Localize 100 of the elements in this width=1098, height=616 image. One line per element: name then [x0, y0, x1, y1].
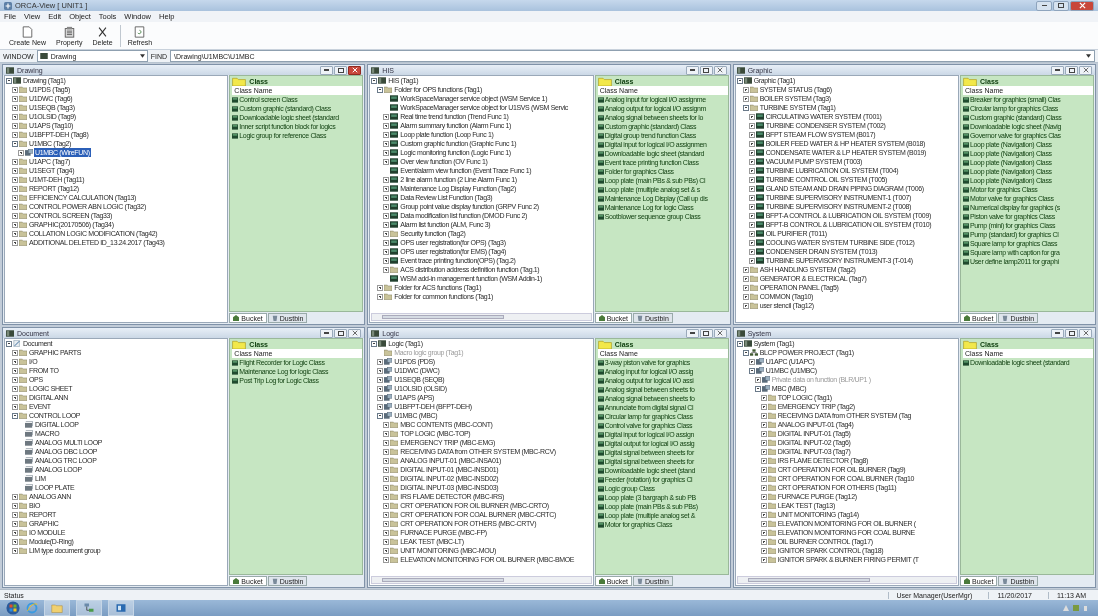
expand-toggle[interactable] — [383, 212, 390, 219]
collapse-toggle[interactable] — [12, 412, 18, 419]
expand-toggle[interactable] — [12, 104, 18, 111]
expand-toggle[interactable] — [12, 230, 18, 237]
expand-toggle[interactable] — [748, 185, 755, 192]
expand-toggle[interactable] — [748, 230, 755, 237]
expand-toggle[interactable] — [383, 131, 390, 138]
expand-toggle[interactable] — [748, 194, 755, 201]
expand-toggle[interactable] — [18, 149, 24, 156]
expand-toggle[interactable] — [383, 493, 390, 500]
expand-toggle[interactable] — [12, 203, 18, 210]
expand-toggle[interactable] — [12, 95, 18, 102]
collapse-toggle[interactable] — [377, 412, 384, 419]
expand-toggle[interactable] — [748, 212, 755, 219]
collapse-toggle[interactable] — [377, 86, 384, 93]
minimize-button[interactable] — [320, 65, 334, 75]
expand-toggle[interactable] — [383, 176, 390, 183]
expand-toggle[interactable] — [748, 176, 755, 183]
collapse-toggle[interactable] — [12, 140, 18, 147]
expand-toggle[interactable] — [742, 302, 749, 309]
expand-toggle[interactable] — [377, 403, 384, 410]
expand-toggle[interactable] — [12, 185, 18, 192]
close-button[interactable] — [1070, 0, 1094, 11]
expand-toggle[interactable] — [12, 367, 18, 374]
start-button[interactable] — [6, 601, 20, 615]
minimize-button[interactable] — [1051, 65, 1064, 75]
expand-toggle[interactable] — [383, 122, 390, 129]
expand-toggle[interactable] — [12, 158, 18, 165]
maximize-button[interactable] — [1065, 65, 1078, 75]
expand-toggle[interactable] — [383, 158, 390, 165]
minimize-button[interactable] — [320, 328, 334, 338]
expand-toggle[interactable] — [377, 284, 384, 291]
expand-toggle[interactable] — [383, 457, 390, 464]
expand-toggle[interactable] — [12, 358, 18, 365]
expand-toggle[interactable] — [12, 385, 18, 392]
collapse-toggle[interactable] — [742, 349, 749, 356]
expand-toggle[interactable] — [12, 221, 18, 228]
expand-toggle[interactable] — [383, 538, 390, 545]
expand-toggle[interactable] — [383, 466, 390, 473]
expand-toggle[interactable] — [760, 520, 767, 527]
expand-toggle[interactable] — [12, 403, 18, 410]
collapse-toggle[interactable] — [6, 77, 12, 84]
expand-toggle[interactable] — [754, 376, 761, 383]
expand-toggle[interactable] — [760, 538, 767, 545]
expand-toggle[interactable] — [12, 86, 18, 93]
restore-button[interactable] — [1053, 0, 1069, 11]
expand-toggle[interactable] — [12, 131, 18, 138]
expand-toggle[interactable] — [383, 439, 390, 446]
expand-toggle[interactable] — [12, 502, 18, 509]
maximize-button[interactable] — [1065, 328, 1078, 338]
expand-toggle[interactable] — [383, 520, 390, 527]
maximize-button[interactable] — [699, 328, 713, 338]
expand-toggle[interactable] — [383, 185, 390, 192]
expand-toggle[interactable] — [377, 358, 384, 365]
expand-toggle[interactable] — [377, 293, 384, 300]
collapse-toggle[interactable] — [736, 77, 743, 84]
expand-toggle[interactable] — [742, 86, 749, 93]
horizontal-scrollbar[interactable] — [371, 313, 592, 321]
expand-toggle[interactable] — [760, 484, 767, 491]
expand-toggle[interactable] — [383, 239, 390, 246]
expand-toggle[interactable] — [383, 257, 390, 264]
minimize-button[interactable] — [685, 65, 699, 75]
expand-toggle[interactable] — [748, 122, 755, 129]
expand-toggle[interactable] — [377, 394, 384, 401]
expand-toggle[interactable] — [748, 131, 755, 138]
expand-toggle[interactable] — [12, 212, 18, 219]
app-window-icon[interactable] — [108, 600, 134, 616]
dropdown-arrow-icon[interactable] — [1086, 54, 1091, 58]
expand-toggle[interactable] — [383, 140, 390, 147]
expand-toggle[interactable] — [12, 239, 18, 246]
expand-toggle[interactable] — [748, 203, 755, 210]
expand-toggle[interactable] — [383, 511, 390, 518]
expand-toggle[interactable] — [383, 113, 390, 120]
close-button[interactable] — [1079, 328, 1092, 338]
expand-toggle[interactable] — [760, 466, 767, 473]
expand-toggle[interactable] — [760, 412, 767, 419]
expand-toggle[interactable] — [760, 511, 767, 518]
expand-toggle[interactable] — [748, 257, 755, 264]
expand-toggle[interactable] — [383, 529, 390, 536]
expand-toggle[interactable] — [742, 95, 749, 102]
expand-toggle[interactable] — [383, 484, 390, 491]
collapse-toggle[interactable] — [371, 340, 378, 347]
expand-toggle[interactable] — [383, 502, 390, 509]
expand-toggle[interactable] — [12, 529, 18, 536]
expand-toggle[interactable] — [12, 167, 18, 174]
expand-toggle[interactable] — [742, 293, 749, 300]
expand-toggle[interactable] — [12, 394, 18, 401]
expand-toggle[interactable] — [760, 394, 767, 401]
expand-toggle[interactable] — [12, 511, 18, 518]
expand-toggle[interactable] — [12, 493, 18, 500]
expand-toggle[interactable] — [383, 448, 390, 455]
expand-toggle[interactable] — [760, 502, 767, 509]
close-button[interactable] — [713, 328, 727, 338]
expand-toggle[interactable] — [377, 367, 384, 374]
maximize-button[interactable] — [334, 328, 348, 338]
expand-toggle[interactable] — [760, 493, 767, 500]
collapse-toggle[interactable] — [748, 367, 755, 374]
expand-toggle[interactable] — [760, 475, 767, 482]
expand-toggle[interactable] — [383, 430, 390, 437]
expand-toggle[interactable] — [742, 275, 749, 282]
